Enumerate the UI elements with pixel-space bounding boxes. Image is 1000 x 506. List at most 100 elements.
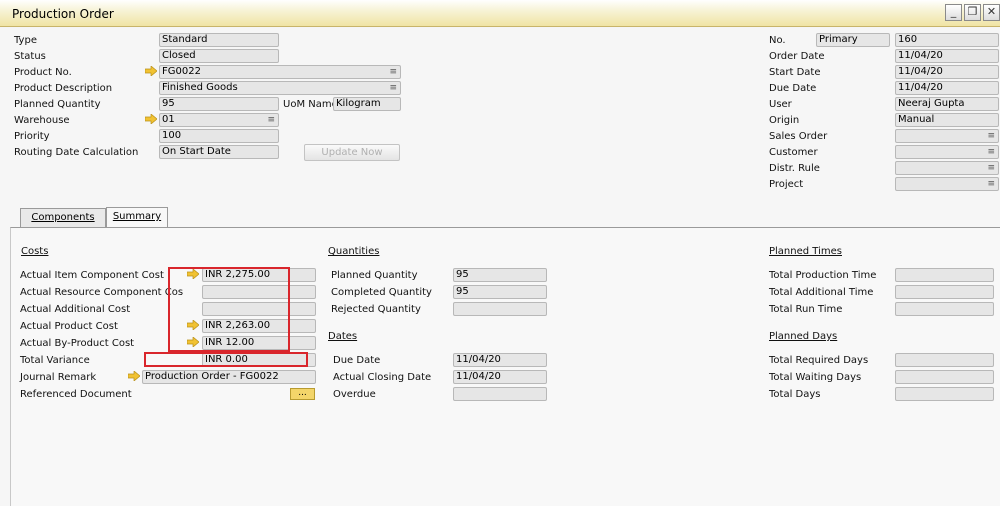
planned-qty-label: Planned Quantity xyxy=(331,270,418,281)
planned-quantity-field[interactable]: 95 xyxy=(159,97,279,111)
tab-components[interactable]: Components xyxy=(20,208,106,227)
priority-label: Priority xyxy=(14,131,50,142)
sales-order-field[interactable]: ≡ xyxy=(895,129,999,143)
close-icon[interactable]: ✕ xyxy=(983,4,1000,21)
product-description-value: Finished Goods xyxy=(162,82,238,93)
rejected-qty-label: Rejected Quantity xyxy=(331,304,421,315)
total-production-time-field[interactable] xyxy=(895,268,994,282)
total-days-field[interactable] xyxy=(895,387,994,401)
referenced-document-label: Referenced Document xyxy=(20,389,132,400)
total-production-time-label: Total Production Time xyxy=(769,270,877,281)
no-label: No. xyxy=(769,35,786,46)
total-additional-time-field[interactable] xyxy=(895,285,994,299)
actual-closing-date-field[interactable]: 11/04/20 xyxy=(453,370,547,384)
list-icon[interactable]: ≡ xyxy=(987,178,995,190)
type-label: Type xyxy=(14,35,37,46)
order-date-label: Order Date xyxy=(769,51,825,62)
distr-rule-label: Distr. Rule xyxy=(769,163,820,174)
summary-due-date-label: Due Date xyxy=(333,355,381,366)
uom-name-field[interactable]: Kilogram xyxy=(333,97,401,111)
actual-item-component-cost-label: Actual Item Component Cost xyxy=(20,270,164,281)
total-waiting-days-label: Total Waiting Days xyxy=(769,372,862,383)
total-required-days-field[interactable] xyxy=(895,353,994,367)
customer-label: Customer xyxy=(769,147,818,158)
tab-components-label: Components xyxy=(31,212,95,223)
journal-remark-field[interactable]: Production Order - FG0022 xyxy=(142,370,316,384)
completed-qty-field[interactable]: 95 xyxy=(453,285,547,299)
routing-date-calc-field[interactable]: On Start Date xyxy=(159,145,279,159)
status-field[interactable]: Closed xyxy=(159,49,279,63)
quantities-heading: Quantities xyxy=(328,246,380,257)
total-required-days-label: Total Required Days xyxy=(769,355,869,366)
warehouse-value: 01 xyxy=(162,114,175,125)
due-date-label: Due Date xyxy=(769,83,817,94)
product-no-field[interactable]: FG0022 ≡ xyxy=(159,65,401,79)
warehouse-field[interactable]: 01 ≡ xyxy=(159,113,279,127)
origin-field[interactable]: Manual xyxy=(895,113,999,127)
uom-name-label: UoM Name xyxy=(283,99,338,110)
planned-qty-field[interactable]: 95 xyxy=(453,268,547,282)
product-no-label: Product No. xyxy=(14,67,72,78)
start-date-field[interactable]: 11/04/20 xyxy=(895,65,999,79)
planned-times-heading: Planned Times xyxy=(769,246,842,257)
product-no-value: FG0022 xyxy=(162,66,201,77)
total-run-time-field[interactable] xyxy=(895,302,994,316)
highlight-box-variance xyxy=(144,352,308,367)
list-icon[interactable]: ≡ xyxy=(267,114,275,126)
user-label: User xyxy=(769,99,792,110)
actual-by-product-cost-label: Actual By-Product Cost xyxy=(20,338,135,349)
sales-order-label: Sales Order xyxy=(769,131,828,142)
actual-resource-component-cost-label: Actual Resource Component Cos xyxy=(20,287,184,298)
distr-rule-field[interactable]: ≡ xyxy=(895,161,999,175)
minimize-icon[interactable]: _ xyxy=(945,4,962,21)
user-field[interactable]: Neeraj Gupta xyxy=(895,97,999,111)
project-field[interactable]: ≡ xyxy=(895,177,999,191)
actual-product-cost-label: Actual Product Cost xyxy=(20,321,118,332)
status-label: Status xyxy=(14,51,46,62)
link-arrow-icon[interactable] xyxy=(128,371,140,381)
journal-remark-label: Journal Remark xyxy=(20,372,97,383)
doc-number-field[interactable]: 160 xyxy=(895,33,999,47)
dates-heading: Dates xyxy=(328,331,358,342)
product-description-field[interactable]: Finished Goods ≡ xyxy=(159,81,401,95)
referenced-document-button[interactable]: ... xyxy=(290,388,315,400)
title-bar: Production Order _ ❐ ✕ xyxy=(0,0,1000,27)
list-icon[interactable]: ≡ xyxy=(987,130,995,142)
rejected-qty-field[interactable] xyxy=(453,302,547,316)
form-body: Type Standard Status Closed Product No. … xyxy=(0,28,1000,506)
order-date-field[interactable]: 11/04/20 xyxy=(895,49,999,63)
list-icon[interactable]: ≡ xyxy=(987,162,995,174)
list-icon[interactable]: ≡ xyxy=(987,146,995,158)
origin-label: Origin xyxy=(769,115,800,126)
total-waiting-days-field[interactable] xyxy=(895,370,994,384)
link-arrow-icon[interactable] xyxy=(145,114,157,124)
list-icon[interactable]: ≡ xyxy=(389,82,397,94)
costs-heading: Costs xyxy=(21,246,49,257)
summary-due-date-field[interactable]: 11/04/20 xyxy=(453,353,547,367)
type-field[interactable]: Standard xyxy=(159,33,279,47)
completed-qty-label: Completed Quantity xyxy=(331,287,432,298)
overdue-label: Overdue xyxy=(333,389,376,400)
restore-icon[interactable]: ❐ xyxy=(964,4,981,21)
routing-date-calc-label: Routing Date Calculation xyxy=(14,147,139,158)
total-additional-time-label: Total Additional Time xyxy=(769,287,874,298)
product-description-label: Product Description xyxy=(14,83,113,94)
priority-field[interactable]: 100 xyxy=(159,129,279,143)
update-now-button[interactable]: Update Now xyxy=(304,144,400,161)
planned-days-heading: Planned Days xyxy=(769,331,838,342)
start-date-label: Start Date xyxy=(769,67,821,78)
project-label: Project xyxy=(769,179,804,190)
tab-summary[interactable]: Summary xyxy=(106,207,168,227)
actual-closing-date-label: Actual Closing Date xyxy=(333,372,432,383)
link-arrow-icon[interactable] xyxy=(145,66,157,76)
due-date-field[interactable]: 11/04/20 xyxy=(895,81,999,95)
list-icon[interactable]: ≡ xyxy=(389,66,397,78)
window-title: Production Order xyxy=(12,7,114,21)
actual-additional-cost-label: Actual Additional Cost xyxy=(20,304,131,315)
customer-field[interactable]: ≡ xyxy=(895,145,999,159)
total-run-time-label: Total Run Time xyxy=(769,304,843,315)
series-field[interactable]: Primary xyxy=(816,33,890,47)
planned-quantity-label: Planned Quantity xyxy=(14,99,101,110)
overdue-field[interactable] xyxy=(453,387,547,401)
highlight-box-costs xyxy=(168,267,290,352)
